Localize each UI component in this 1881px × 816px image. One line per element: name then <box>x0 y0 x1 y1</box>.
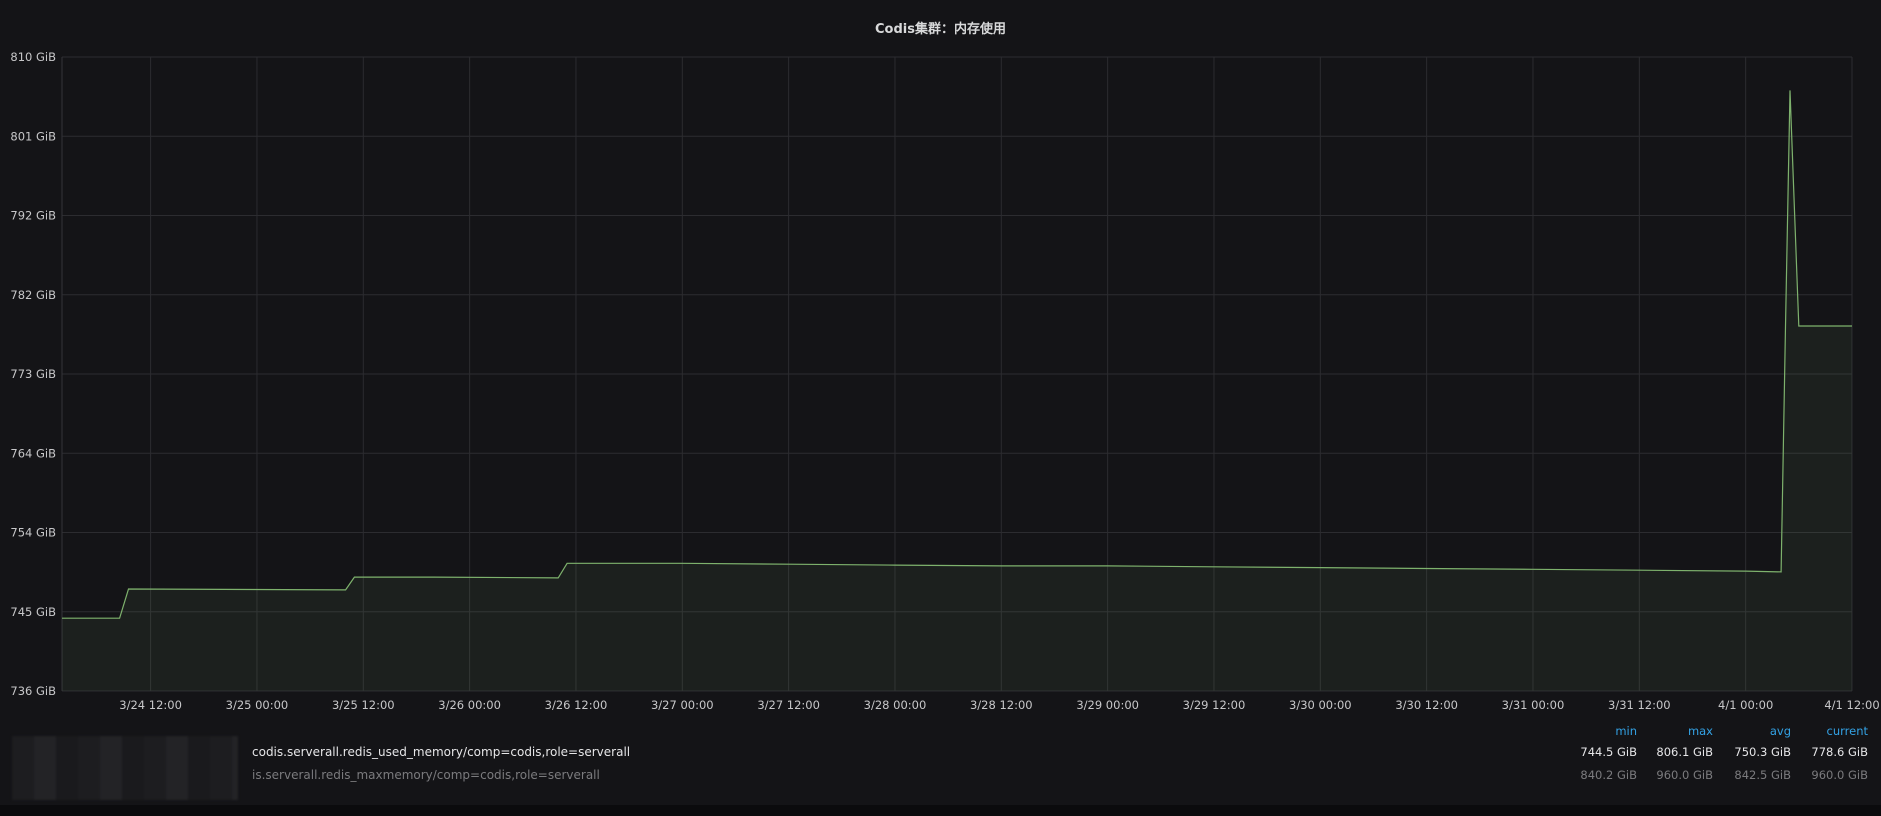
x-tick-label: 3/26 00:00 <box>438 698 501 712</box>
x-tick-label: 3/27 12:00 <box>757 698 820 712</box>
legend-value-avg: 842.5 GiB <box>1734 768 1791 782</box>
legend-value-min: 744.5 GiB <box>1580 745 1637 759</box>
y-tick-label: 745 GiB <box>10 605 56 619</box>
legend-header-avg[interactable]: avg <box>1711 724 1791 738</box>
x-tick-label: 3/31 12:00 <box>1608 698 1671 712</box>
x-tick-label: 3/30 12:00 <box>1395 698 1458 712</box>
legend-value-current: 778.6 GiB <box>1811 745 1868 759</box>
y-axis-ticks: 736 GiB 745 GiB 754 GiB 764 GiB 773 GiB 782 G… <box>10 50 56 698</box>
x-tick-label: 4/1 00:00 <box>1718 698 1773 712</box>
x-tick-label: 3/31 00:00 <box>1502 698 1565 712</box>
y-tick-label: 792 GiB <box>10 209 56 223</box>
series-line <box>62 90 1852 619</box>
legend-header-current[interactable]: current <box>1788 724 1869 738</box>
x-tick-label: 3/26 12:00 <box>545 698 608 712</box>
graph-panel: Codis集群：内存使用 736 GiB 745 GiB 754 GiB 764 Gi… <box>0 0 1881 805</box>
x-tick-label: 3/25 00:00 <box>226 698 289 712</box>
legend-header-min[interactable]: min <box>1557 724 1637 738</box>
x-tick-label: 3/29 00:00 <box>1076 698 1139 712</box>
y-tick-label: 754 GiB <box>10 526 56 540</box>
y-tick-label: 773 GiB <box>10 367 56 381</box>
chart-series <box>62 90 1852 691</box>
legend-header-max[interactable]: max <box>1633 724 1713 738</box>
y-tick-label: 782 GiB <box>10 288 56 302</box>
y-tick-label: 801 GiB <box>10 129 56 143</box>
x-tick-label: 3/28 00:00 <box>864 698 927 712</box>
legend-value-avg: 750.3 GiB <box>1734 745 1791 759</box>
series-area <box>62 90 1852 691</box>
x-tick-label: 3/25 12:00 <box>332 698 395 712</box>
y-tick-label: 810 GiB <box>10 50 56 64</box>
x-tick-label: 3/30 00:00 <box>1289 698 1352 712</box>
y-tick-label: 736 GiB <box>10 684 56 698</box>
x-tick-label: 3/24 12:00 <box>119 698 182 712</box>
memory-usage-chart[interactable]: 736 GiB 745 GiB 754 GiB 764 GiB 773 GiB 782 G… <box>0 0 1881 716</box>
legend-series-name[interactable]: codis.serverall.redis_used_memory/comp=c… <box>252 745 630 759</box>
legend-row-used-memory[interactable]: codis.serverall.redis_used_memory/comp=c… <box>0 743 1881 765</box>
x-tick-label: 3/28 12:00 <box>970 698 1033 712</box>
legend-value-max: 806.1 GiB <box>1656 745 1713 759</box>
legend-series-name[interactable]: is.serverall.redis_maxmemory/comp=codis,… <box>252 768 600 782</box>
x-tick-label: 3/29 12:00 <box>1183 698 1246 712</box>
legend-value-max: 960.0 GiB <box>1656 768 1713 782</box>
x-tick-label: 3/27 00:00 <box>651 698 714 712</box>
legend-value-current: 960.0 GiB <box>1811 768 1868 782</box>
y-tick-label: 764 GiB <box>10 446 56 460</box>
x-tick-label: 4/1 12:00 <box>1824 698 1879 712</box>
chart-legend: min max avg current codis.serverall.redi… <box>0 716 1881 792</box>
legend-row-maxmemory[interactable]: is.serverall.redis_maxmemory/comp=codis,… <box>0 766 1881 788</box>
legend-value-min: 840.2 GiB <box>1580 768 1637 782</box>
x-axis-ticks: 3/24 12:00 3/25 00:00 3/25 12:00 3/26 00:00… <box>119 698 1879 712</box>
